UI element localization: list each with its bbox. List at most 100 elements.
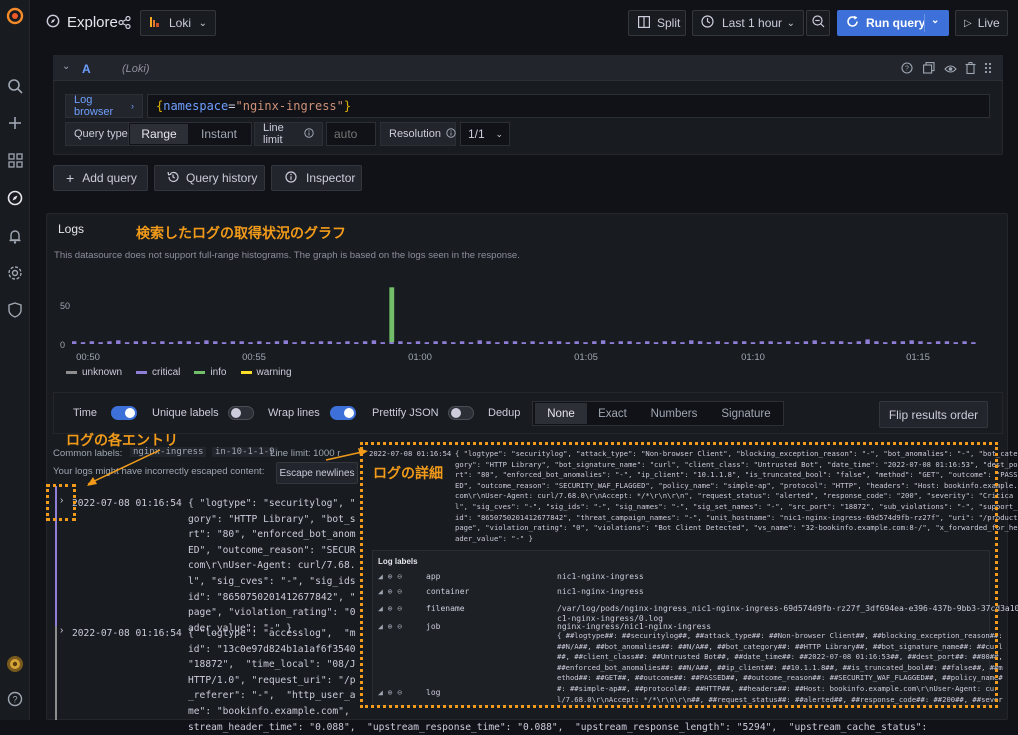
explore-title-icon	[46, 14, 62, 30]
time-range-picker[interactable]: Last 1 hour ⌄	[692, 10, 804, 36]
legend-item-warning[interactable]: warning	[240, 367, 292, 378]
log-line-body[interactable]: { "logtype": "securitylog", " gory": "HTT…	[188, 496, 356, 636]
flip-results-button[interactable]: Flip results order	[879, 401, 988, 428]
search-icon[interactable]	[5, 76, 25, 96]
histogram-bar	[927, 342, 932, 344]
histogram-bar	[874, 341, 879, 344]
unique-labels-toggle[interactable]	[228, 406, 254, 420]
histogram-bar	[168, 342, 174, 344]
query-history-button[interactable]: Query history	[154, 165, 265, 191]
datasource-picker[interactable]: Loki ⌄	[140, 10, 216, 36]
range-option[interactable]: Range	[130, 124, 188, 144]
chevron-down-icon: ⌄	[198, 17, 207, 29]
legend-label: warning	[256, 367, 292, 378]
expand-chevron-icon[interactable]: ›	[60, 625, 63, 636]
text-line: stream_header_time": "0.088", "upstream_…	[188, 721, 928, 733]
zoom-out-button[interactable]	[806, 10, 830, 36]
line-limit-label: Line limit	[263, 122, 284, 146]
histogram-bar	[204, 340, 209, 344]
histogram-bar	[777, 342, 782, 344]
dedup-signature-option[interactable]: Signature	[714, 403, 778, 424]
log-browser-label: Log browser	[74, 94, 114, 118]
line-limit-input[interactable]	[326, 122, 376, 146]
info-icon	[304, 127, 314, 141]
histogram-bar	[230, 341, 236, 344]
trash-icon[interactable]	[965, 62, 976, 77]
query-row-header	[53, 55, 1003, 81]
histogram-bar	[116, 340, 121, 344]
histogram-bar	[345, 341, 350, 344]
histogram-bar	[433, 341, 438, 344]
live-button[interactable]: ▷ Live	[955, 10, 1008, 36]
copy-icon[interactable]	[923, 62, 935, 77]
add-query-label: Add query	[82, 171, 137, 185]
dedup-exact-option[interactable]: Exact	[590, 403, 635, 424]
text-line: id": "8650750201412677842", "	[188, 591, 356, 603]
add-query-button[interactable]: + Add query	[53, 165, 148, 191]
resolution-select[interactable]: 1/1 ⌄	[460, 122, 510, 146]
histogram-bar	[671, 341, 676, 344]
text-line: { "logtype": "securitylog", "	[188, 498, 356, 509]
user-avatar-icon[interactable]	[5, 654, 25, 674]
histogram-bar	[847, 342, 853, 344]
plus-icon[interactable]	[5, 113, 25, 133]
histogram-bar	[521, 342, 526, 344]
resolution-label: Resolution	[389, 128, 441, 140]
instant-option[interactable]: Instant	[190, 124, 248, 144]
shield-icon[interactable]	[5, 300, 25, 320]
grafana-logo-icon[interactable]	[5, 6, 25, 26]
settings-gear-icon[interactable]	[5, 263, 25, 283]
help-icon[interactable]: ?	[5, 689, 25, 709]
drag-handle-icon[interactable]	[984, 62, 992, 77]
run-query-button[interactable]: Run query ⌄	[837, 10, 949, 36]
histogram-bar-info	[389, 287, 395, 342]
x-tick-label: 01:00	[408, 352, 432, 363]
split-button[interactable]: Split	[628, 10, 686, 36]
histogram-bar	[362, 341, 368, 344]
wrap-lines-toggle[interactable]	[330, 406, 356, 420]
alerting-bell-icon[interactable]	[5, 226, 25, 246]
histogram-bar	[900, 341, 906, 344]
chart-legend: unknown critical info warning	[66, 367, 292, 378]
dedup-numbers-option[interactable]: Numbers	[643, 403, 705, 424]
histogram-bar	[953, 342, 958, 344]
histogram-bar	[750, 342, 756, 344]
dashboards-icon[interactable]	[5, 150, 25, 170]
share-icon[interactable]	[118, 15, 131, 32]
chevron-down-icon[interactable]: ⌄	[931, 15, 939, 26]
prettify-json-toggle[interactable]	[448, 406, 474, 420]
histogram-bar	[909, 340, 914, 344]
text-line: rt": "80", "enforced_bot_anom	[188, 529, 356, 541]
inspector-button[interactable]: Inspector	[271, 165, 362, 191]
histogram-bar	[239, 341, 244, 344]
histogram-bar	[371, 340, 377, 344]
query-expression-input[interactable]: {namespace="nginx-ingress"}	[147, 94, 990, 118]
text-line: ED", "outcome_reason": "SECUR	[188, 544, 356, 556]
legend-item-info[interactable]: info	[194, 367, 227, 378]
query-letter[interactable]: A	[82, 62, 91, 76]
histogram-bar	[689, 340, 694, 344]
eye-icon[interactable]	[944, 63, 957, 77]
histogram-bar	[477, 340, 482, 344]
legend-item-critical[interactable]: critical	[136, 367, 180, 378]
histogram-bar	[662, 341, 668, 344]
histogram-bar	[301, 341, 306, 344]
log-browser-button[interactable]: Log browser ›	[65, 94, 143, 118]
legend-swatch	[136, 370, 148, 374]
help-circle-icon[interactable]: ?	[901, 62, 913, 77]
histogram-bar	[812, 340, 817, 344]
split-divider	[924, 14, 925, 32]
explore-compass-icon[interactable]	[5, 188, 25, 208]
histogram-bar	[72, 341, 77, 344]
annotation-detail: ログの詳細	[371, 463, 445, 483]
bar-group	[72, 287, 976, 344]
histogram-bar	[459, 341, 465, 344]
dedup-label: Dedup	[488, 407, 521, 419]
dedup-none-option[interactable]: None	[535, 403, 587, 424]
time-toggle[interactable]	[111, 406, 137, 420]
histogram-bar	[424, 342, 430, 344]
collapse-chevron-icon[interactable]: ⌄	[62, 61, 70, 72]
zoom-out-icon	[811, 15, 825, 31]
expr-brace-close: }	[343, 99, 352, 113]
legend-item-unknown[interactable]: unknown	[66, 367, 122, 378]
